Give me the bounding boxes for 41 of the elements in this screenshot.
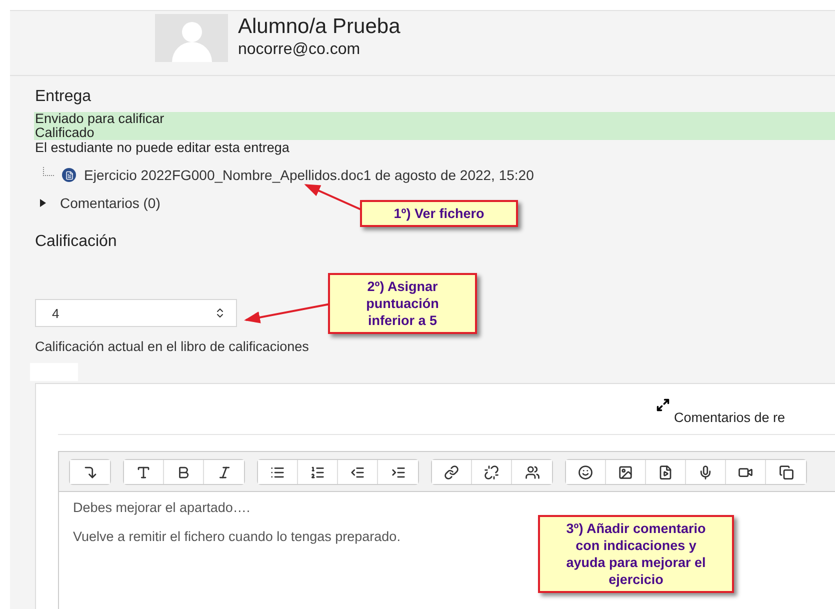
- media-file-icon: [658, 464, 673, 480]
- comments-toggle[interactable]: Comentarios (0): [40, 195, 160, 211]
- image-icon: [618, 464, 633, 480]
- copy-icon: [778, 464, 794, 480]
- student-email: nocorre@co.com: [238, 40, 362, 60]
- outdent-icon: [350, 464, 365, 480]
- enter-icon: [82, 464, 98, 480]
- section-heading: Entrega: [35, 88, 92, 106]
- edit-status-note: El estudiante no puede editar esta entrega: [35, 140, 290, 155]
- callout-note: 2º) Asignar puntuación inferior a 5: [328, 273, 477, 334]
- comment-text: Debes mejorar el apartado….: [73, 500, 250, 515]
- grade-select[interactable]: 4: [35, 299, 237, 327]
- font-style-icon: [136, 464, 151, 480]
- font-style-button[interactable]: [124, 460, 164, 484]
- link-icon: [444, 464, 459, 480]
- link-button[interactable]: [432, 460, 472, 484]
- comment-text: Vuelve a remitir el fichero cuando lo tengas preparado.: [73, 529, 400, 544]
- microphone-icon: [698, 464, 713, 480]
- bullet-list-button[interactable]: [258, 460, 298, 484]
- people-icon: [524, 464, 540, 480]
- arrow: [304, 184, 362, 211]
- section-heading: Calificación: [35, 233, 118, 251]
- callout-note: 3º) Añadir comentario con indicaciones y ayuda para mejorar el ejercicio: [538, 515, 734, 593]
- document-icon: [62, 168, 76, 182]
- smiley-button[interactable]: [566, 460, 606, 484]
- file-link[interactable]: Ejercicio 2022FG000_Nombre_Apellidos.doc1 de agosto de 2022, 15:20: [84, 167, 534, 183]
- italic-icon: [216, 464, 232, 480]
- feedback-title: Comentarios de re: [674, 410, 786, 425]
- unlink-icon: [484, 464, 499, 480]
- callout-note: 1º) Ver fichero: [360, 200, 518, 227]
- bold-icon: [176, 464, 191, 480]
- expand-icon[interactable]: [656, 398, 670, 412]
- student-name: Alumno/a Prueba: [238, 14, 400, 39]
- submission-status: Enviado para calificar: [34, 112, 835, 126]
- updown-icon: [214, 307, 226, 319]
- gradebook-label: Calificación actual en el libro de calificaciones: [35, 339, 310, 354]
- indent-icon: [390, 464, 406, 480]
- submission-status: Calificado: [34, 126, 835, 140]
- bullet-list-icon: [270, 464, 285, 480]
- numbered-list-icon: [310, 464, 325, 480]
- smiley-icon: [578, 464, 593, 480]
